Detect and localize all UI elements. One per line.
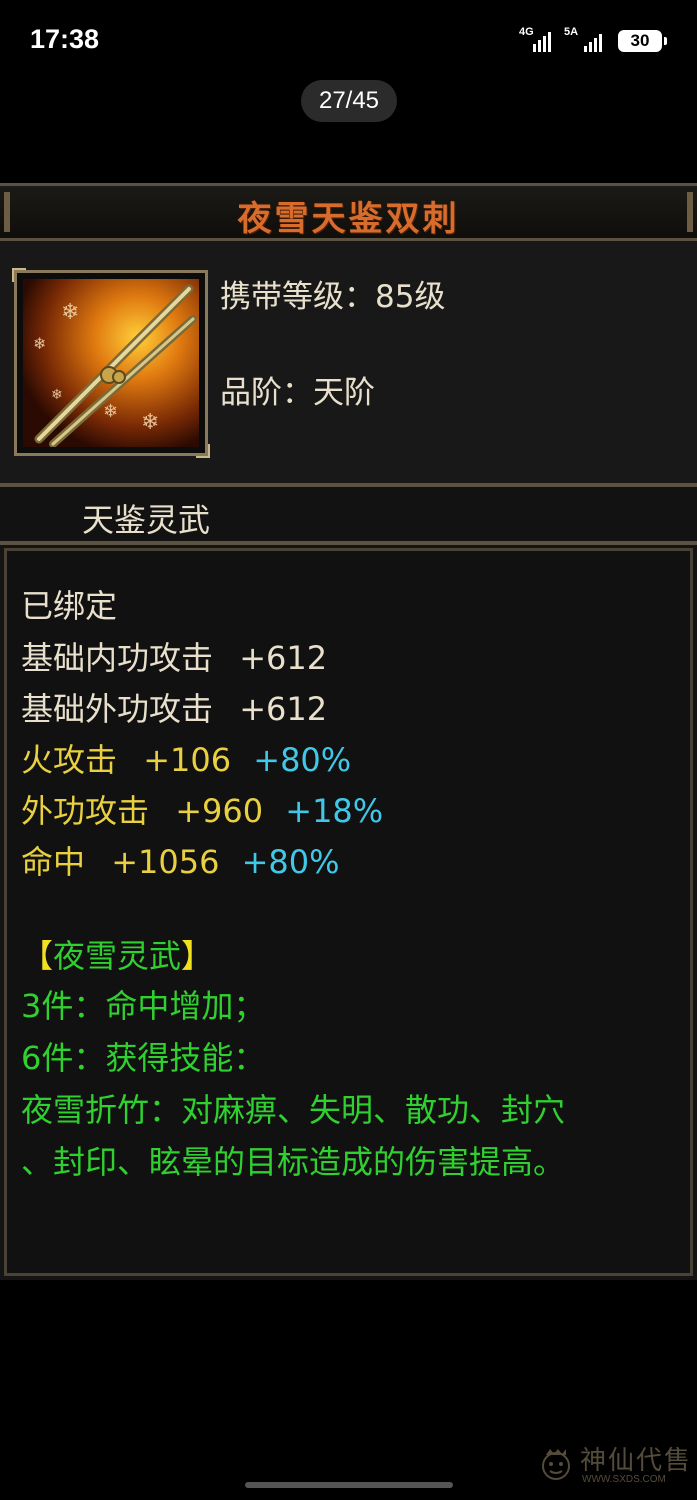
stat-row: 外功攻击 +960 +18% — [21, 786, 383, 832]
item-category: 天鉴灵武 — [82, 501, 211, 539]
stat-row: 火攻击 +106 +80% — [21, 735, 351, 781]
svg-text:❄: ❄ — [61, 300, 79, 325]
clock: 17:38 — [30, 24, 100, 54]
item-info-box: ❄ ❄ ❄ ❄ ❄ 携带等级：85级 品阶：天阶 — [0, 241, 697, 487]
set-skill-desc-2: 、封印、眩晕的目标造成的伤害提高。 — [21, 1143, 566, 1181]
stat-bonus: +80% — [241, 843, 340, 881]
set-skill-desc-1: 夜雪折竹：对麻痹、失明、散功、封穴 — [21, 1091, 566, 1129]
item-tooltip-panel: 夜雪天鉴双刺 ❄ ❄ ❄ ❄ ❄ 携带等级：85级 品阶：天阶 天鉴灵武 已绑定… — [0, 183, 697, 1280]
stat-label: 命中 — [21, 843, 86, 881]
stat-value: +612 — [239, 639, 328, 677]
stat-value: +960 — [175, 792, 264, 830]
battery-icon: 30 — [618, 30, 667, 52]
stat-value: +106 — [143, 741, 232, 779]
bound-status: 已绑定 — [21, 587, 118, 625]
stat-label: 外功攻击 — [21, 792, 150, 830]
set-bonus-3: 3件：命中增加； — [21, 987, 266, 1025]
stat-row: 基础内功攻击 +612 — [21, 633, 327, 679]
svg-text:❄: ❄ — [103, 401, 118, 422]
watermark: 神仙代售 WWW.SXDS.COM — [538, 1440, 694, 1488]
cellular-signal-icon-2: 5A — [564, 26, 608, 52]
status-bar: 17:38 4G 5A 30 — [0, 0, 697, 82]
title-bar: 夜雪天鉴双刺 — [0, 183, 697, 241]
svg-text:❄: ❄ — [51, 387, 63, 403]
stat-row: 基础外功攻击 +612 — [21, 684, 327, 730]
svg-text:❄: ❄ — [33, 334, 46, 353]
item-grade: 品阶：天阶 — [220, 375, 375, 411]
category-bar: 天鉴灵武 — [0, 487, 697, 545]
svg-text:❄: ❄ — [141, 410, 159, 435]
stat-bonus: +80% — [253, 741, 352, 779]
stat-label: 火攻击 — [21, 741, 118, 779]
stat-value: +612 — [239, 690, 328, 728]
item-name: 夜雪天鉴双刺 — [237, 199, 460, 239]
set-name: 【夜雪灵武】 — [21, 937, 214, 975]
carry-level: 携带等级：85级 — [220, 279, 446, 315]
watermark-text: 神仙代售 — [580, 1446, 693, 1476]
home-indicator[interactable] — [245, 1482, 453, 1488]
set-bonus-6: 6件：获得技能： — [21, 1039, 266, 1077]
mascot-logo-icon — [542, 1449, 570, 1480]
cellular-signal-icon: 4G — [519, 26, 557, 52]
image-counter: 27/45 — [301, 80, 397, 122]
twin-daggers-icon: ❄ ❄ ❄ ❄ ❄ — [23, 279, 199, 448]
stat-row: 命中 +1056 +80% — [21, 837, 340, 883]
watermark-url: WWW.SXDS.COM — [582, 1474, 666, 1485]
stat-label: 基础外功攻击 — [21, 690, 214, 728]
item-detail-box: 已绑定 基础内功攻击 +612 基础外功攻击 +612 火攻击 +106 +80… — [4, 548, 693, 1276]
stat-bonus: +18% — [285, 792, 384, 830]
stat-value: +1056 — [111, 843, 220, 881]
item-icon-frame[interactable]: ❄ ❄ ❄ ❄ ❄ — [12, 268, 210, 458]
stat-label: 基础内功攻击 — [21, 639, 214, 677]
